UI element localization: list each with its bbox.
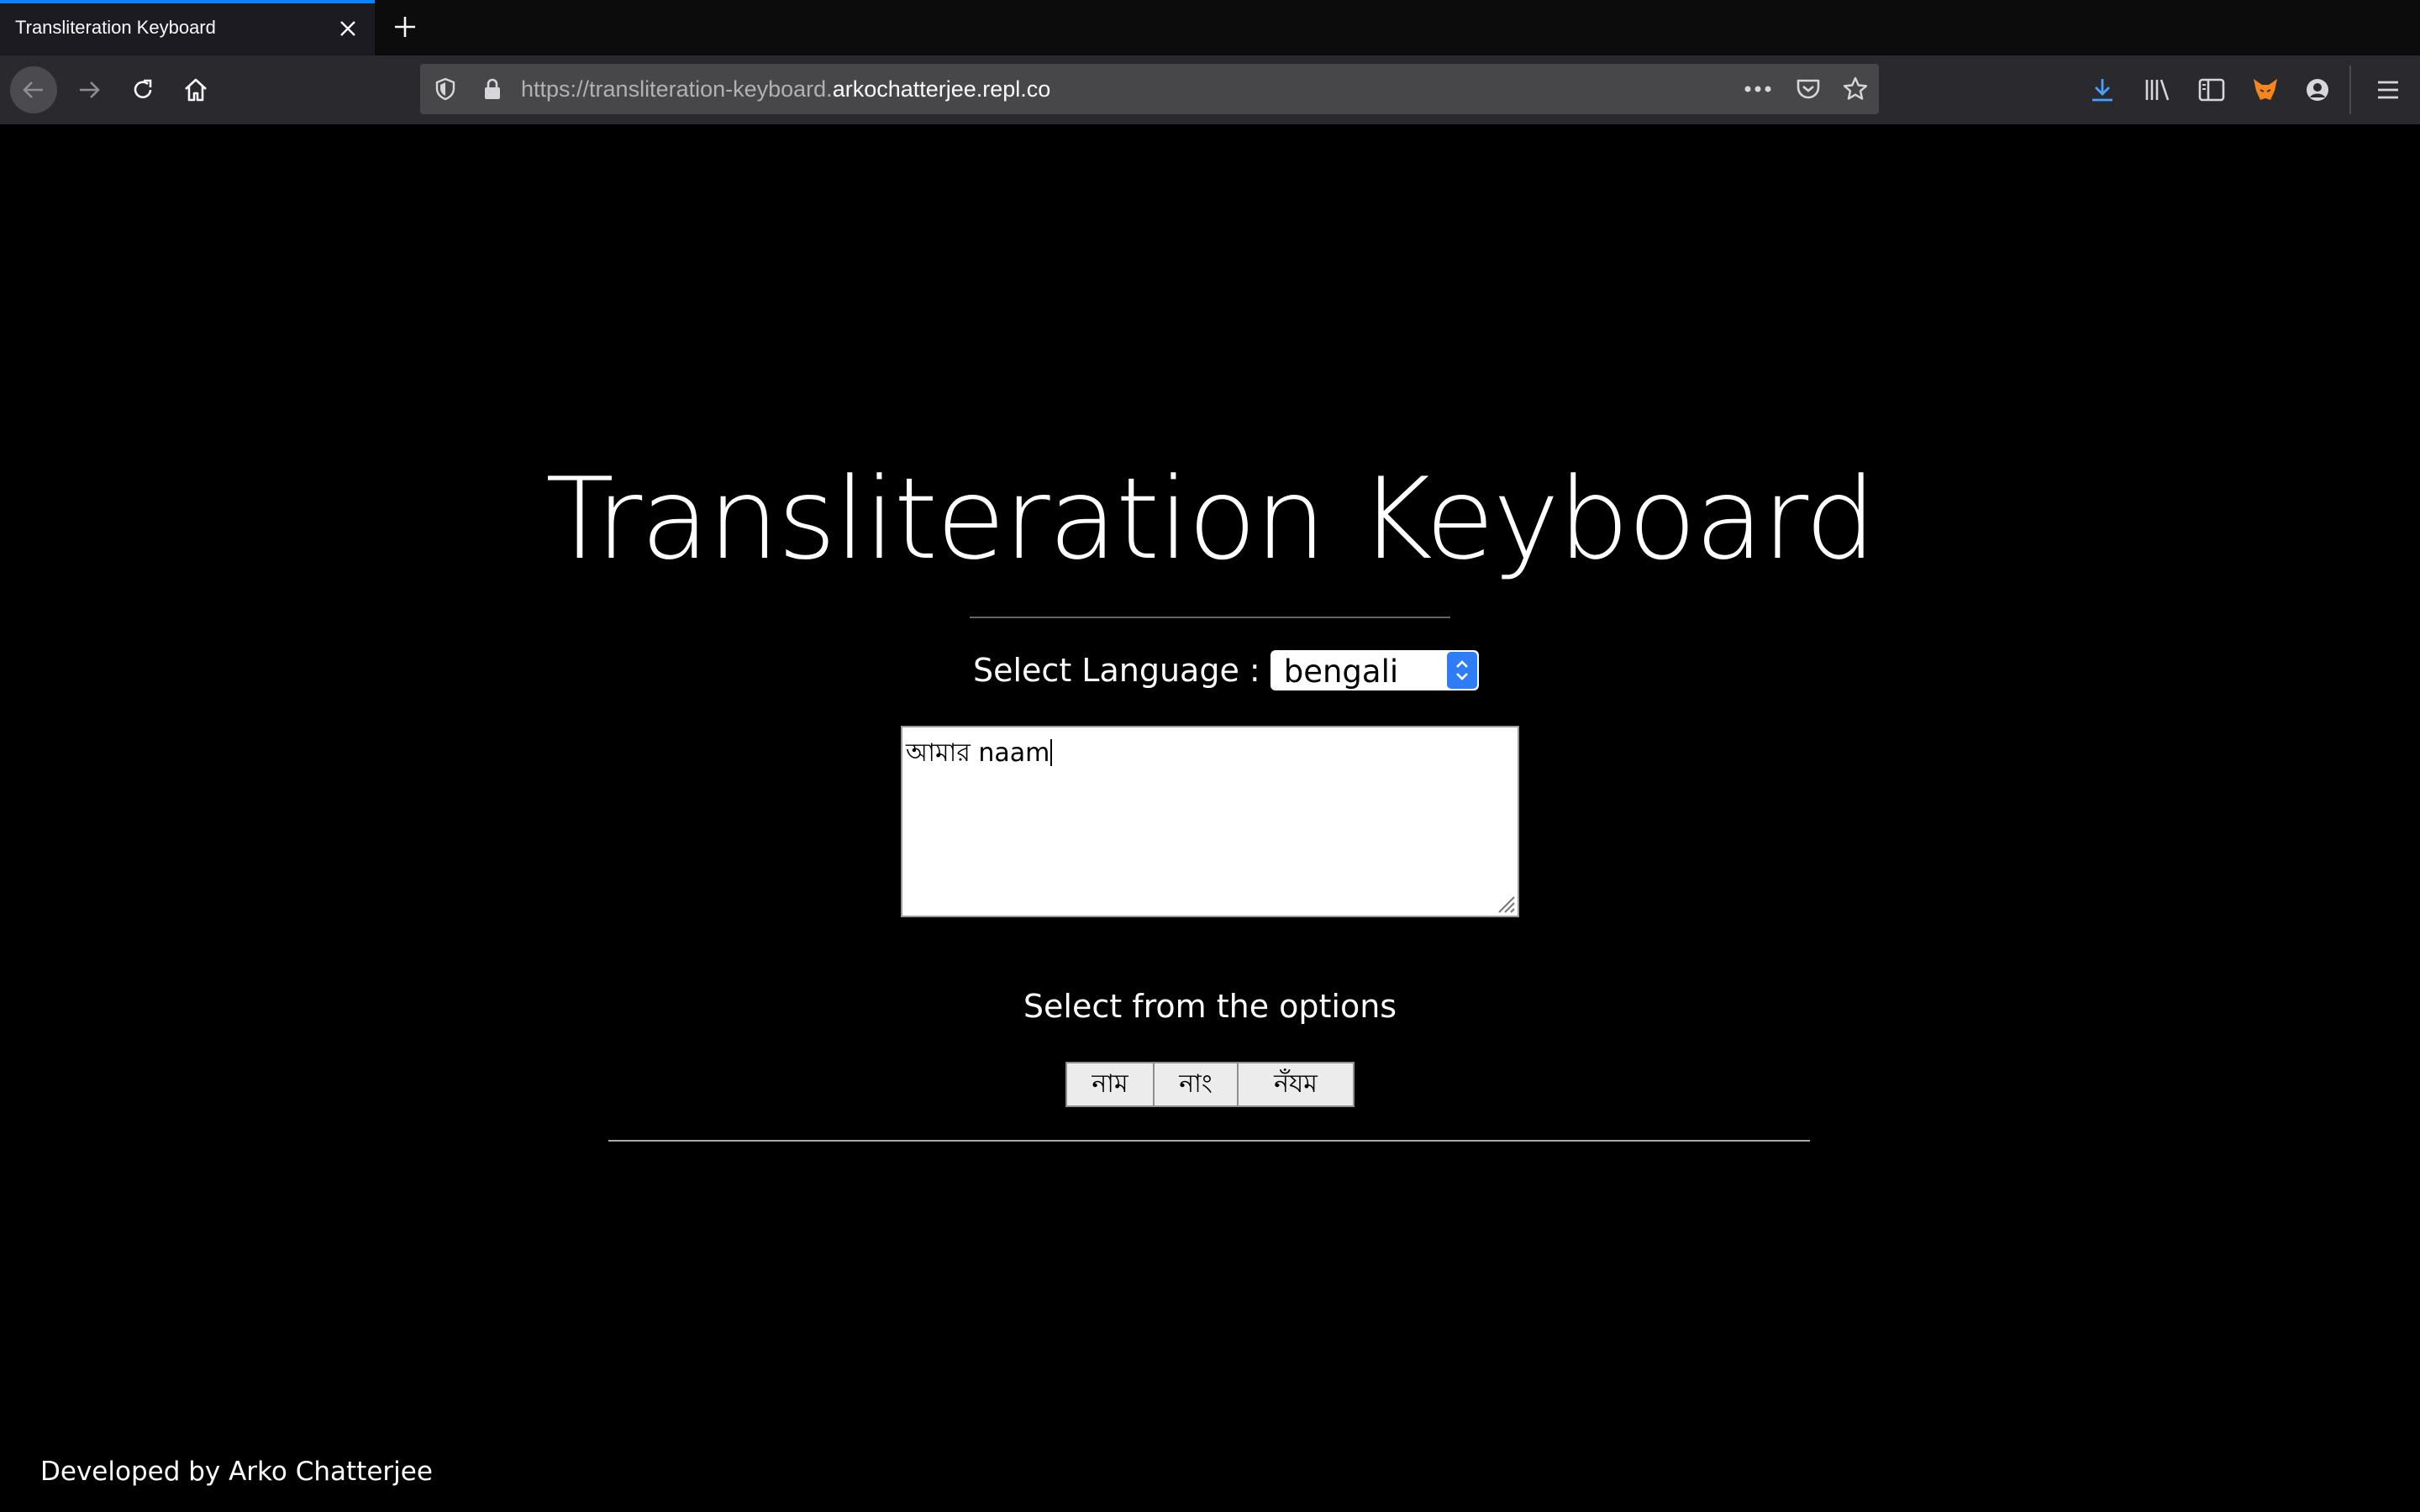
- account-icon[interactable]: [2302, 75, 2333, 105]
- resize-grip-icon[interactable]: [1494, 892, 1516, 914]
- forward-arrow-icon[interactable]: [66, 66, 113, 113]
- bottom-divider: [608, 1140, 1810, 1142]
- language-label: Select Language :: [973, 652, 1260, 689]
- textarea-value: আমার naam: [906, 738, 1050, 768]
- url-prefix: https://transliteration-keyboard.: [521, 76, 833, 102]
- navigation-toolbar: https://transliteration-keyboard.arkocha…: [0, 55, 2420, 124]
- transliteration-textarea[interactable]: আমার naam: [901, 726, 1519, 917]
- option-button-1[interactable]: নাম: [1065, 1062, 1155, 1107]
- toolbar-separator: [2349, 66, 2351, 114]
- library-icon[interactable]: [2143, 75, 2173, 105]
- text-caret: [1050, 739, 1053, 766]
- page-title: Transliteration Keyboard: [545, 454, 1876, 585]
- footer-credit: Developed by Arko Chatterjee: [40, 1457, 433, 1487]
- title-divider: [970, 617, 1450, 618]
- language-row: Select Language : bengali: [973, 650, 1479, 690]
- browser-tab-active[interactable]: Transliteration Keyboard: [0, 0, 375, 55]
- url-text: https://transliteration-keyboard.arkocha…: [521, 76, 1050, 102]
- bookmark-star-icon[interactable]: [1840, 74, 1870, 104]
- close-tab-icon[interactable]: [334, 15, 361, 42]
- hamburger-menu-icon[interactable]: [2373, 75, 2403, 105]
- sidebar-icon[interactable]: [2196, 75, 2227, 105]
- language-select-value: bengali: [1283, 654, 1399, 690]
- options-row: নাম নাং নঁযম: [1065, 1062, 1355, 1107]
- pocket-icon[interactable]: [1793, 74, 1823, 104]
- new-tab-icon[interactable]: [388, 10, 422, 44]
- option-button-3[interactable]: নঁযম: [1237, 1062, 1355, 1107]
- back-arrow-icon[interactable]: [10, 66, 57, 113]
- tab-title: Transliteration Keyboard: [15, 17, 216, 38]
- reload-icon[interactable]: [119, 66, 166, 113]
- option-button-2[interactable]: নাং: [1153, 1062, 1239, 1107]
- home-icon[interactable]: [172, 66, 219, 113]
- language-select[interactable]: bengali: [1270, 650, 1479, 690]
- url-domain: arkochatterjee.repl.co: [832, 76, 1051, 102]
- address-bar[interactable]: https://transliteration-keyboard.arkocha…: [420, 64, 1879, 114]
- textarea-text: আমার naam: [906, 732, 1053, 775]
- fox-extension-icon[interactable]: [2250, 75, 2281, 105]
- shield-icon[interactable]: [430, 74, 460, 104]
- tab-bar: Transliteration Keyboard: [0, 0, 2420, 55]
- more-actions-icon[interactable]: [1743, 74, 1773, 104]
- downloads-icon[interactable]: [2087, 75, 2118, 105]
- options-heading: Select from the options: [1023, 988, 1397, 1025]
- select-updown-chevron-icon[interactable]: [1446, 652, 1477, 689]
- lock-icon[interactable]: [477, 74, 508, 104]
